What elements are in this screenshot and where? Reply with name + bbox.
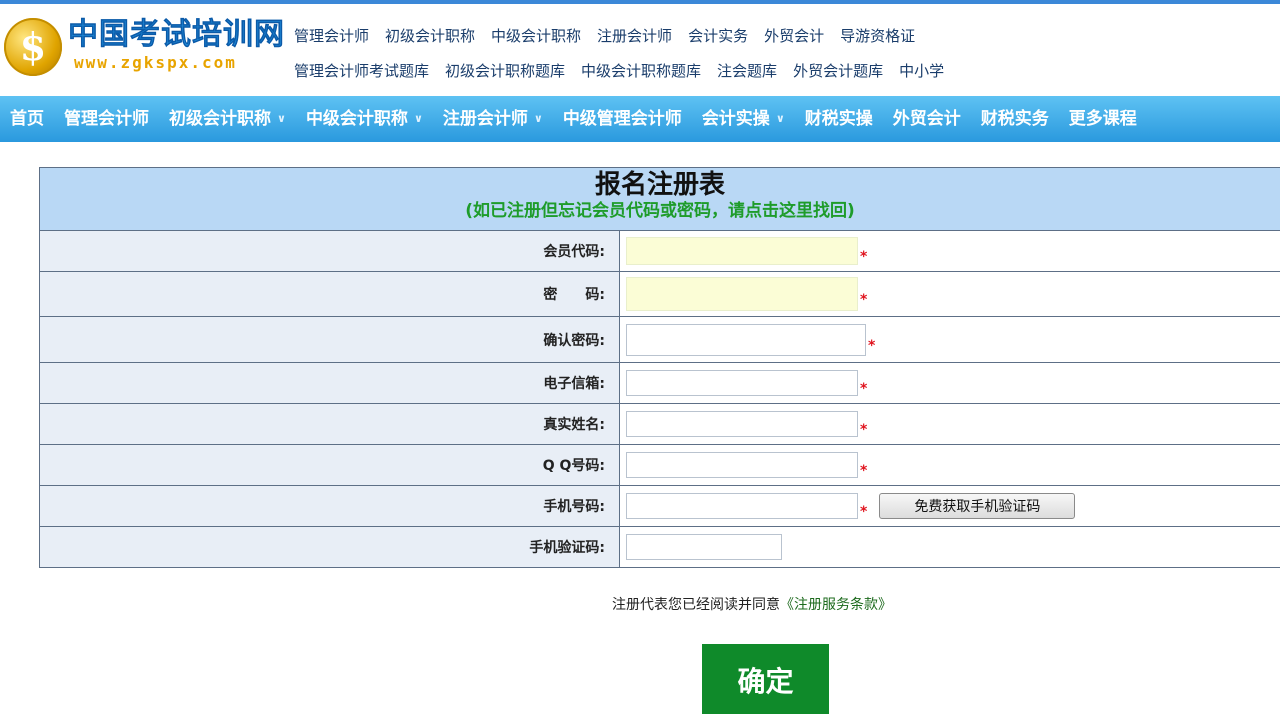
member-code-label: 会员代码:	[40, 231, 620, 271]
nav-item[interactable]: 中级会计职称 ∨	[296, 96, 433, 142]
get-sms-code-button[interactable]: 免费获取手机验证码	[879, 493, 1076, 519]
top-link[interactable]: 管理会计师	[294, 27, 369, 45]
top-link[interactable]: 导游资格证	[840, 27, 915, 45]
row-password: 密 码: *	[40, 272, 1280, 317]
confirm-password-label: 确认密码:	[40, 317, 620, 362]
phone-label: 手机号码:	[40, 486, 620, 526]
nav-item[interactable]: 外贸会计	[883, 96, 971, 142]
site-header: $ 中国考试培训网 www.zgkspx.com 管理会计师 初级会计职称 中级会计…	[0, 4, 1280, 96]
top-link[interactable]: 注册会计师	[597, 27, 672, 45]
required-mark: *	[860, 504, 868, 520]
row-real-name: 真实姓名: *	[40, 404, 1280, 445]
top-links-row-2: 管理会计师考试题库 初级会计职称题库 中级会计职称题库 注会题库 外贸会计题库 中小学	[294, 53, 944, 88]
top-link[interactable]: 管理会计师考试题库	[294, 62, 429, 80]
required-mark: *	[860, 292, 868, 308]
terms-prefix: 注册代表您已经阅读并同意	[612, 597, 780, 613]
email-label: 电子信箱:	[40, 363, 620, 403]
logo-url: www.zgkspx.com	[74, 53, 237, 72]
nav-item[interactable]: 管理会计师	[54, 96, 159, 142]
form-header: 报名注册表 (如已注册但忘记会员代码或密码，请点击这里找回)	[40, 168, 1280, 231]
top-link[interactable]: 外贸会计	[764, 27, 824, 45]
nav-item-label: 更多课程	[1068, 109, 1137, 129]
nav-item[interactable]: 首页	[0, 96, 54, 142]
row-phone: 手机号码: * 免费获取手机验证码	[40, 486, 1280, 527]
nav-item-label: 注册会计师	[442, 109, 528, 129]
sms-code-label: 手机验证码:	[40, 527, 620, 567]
row-member-code: 会员代码: *	[40, 231, 1280, 272]
phone-input[interactable]	[626, 493, 858, 519]
nav-item-label: 首页	[10, 109, 44, 129]
top-link[interactable]: 中小学	[899, 62, 944, 80]
nav-item[interactable]: 更多课程	[1059, 96, 1147, 142]
required-mark: *	[860, 422, 868, 438]
site-logo[interactable]: $ 中国考试培训网 www.zgkspx.com	[4, 14, 284, 84]
member-code-input[interactable]	[626, 237, 858, 265]
chevron-down-icon: ∨	[533, 112, 543, 125]
password-label: 密 码:	[40, 272, 620, 316]
chevron-down-icon: ∨	[277, 112, 286, 125]
nav-item-label: 管理会计师	[64, 109, 149, 129]
email-input[interactable]	[626, 370, 858, 396]
bottom-strip	[0, 714, 1280, 720]
terms-agreement: 注册代表您已经阅读并同意《注册服务条款》	[612, 594, 892, 614]
nav-item[interactable]: 会计实操 ∨	[692, 96, 795, 142]
form-title: 报名注册表	[594, 170, 725, 200]
nav-item-label: 初级会计职称	[169, 109, 271, 129]
real-name-label: 真实姓名:	[40, 404, 620, 444]
nav-item[interactable]: 中级管理会计师	[553, 96, 692, 142]
row-confirm-password: 确认密码: *	[40, 317, 1280, 363]
confirm-password-input[interactable]	[626, 323, 866, 356]
nav-item[interactable]: 初级会计职称 ∨	[159, 96, 296, 142]
required-mark: *	[860, 463, 868, 479]
required-mark: *	[868, 337, 876, 354]
top-link[interactable]: 初级会计职称题库	[445, 62, 565, 80]
nav-item-label: 财税实操	[804, 109, 873, 129]
recover-account-link[interactable]: (如已注册但忘记会员代码或密码，请点击这里找回)	[40, 200, 1280, 222]
real-name-input[interactable]	[626, 411, 858, 437]
nav-item[interactable]: 财税实操	[795, 96, 883, 142]
top-link[interactable]: 初级会计职称	[385, 27, 475, 45]
row-qq: Q Q号码: *	[40, 445, 1280, 486]
confirm-button[interactable]: 确定	[702, 644, 829, 716]
sms-code-input[interactable]	[626, 534, 782, 560]
nav-item-label: 中级管理会计师	[562, 109, 682, 129]
required-mark: *	[860, 381, 868, 397]
coin-logo-icon: $	[4, 18, 62, 76]
top-link[interactable]: 中级会计职称	[491, 27, 581, 45]
top-link[interactable]: 注会题库	[717, 62, 777, 80]
top-links-row-1: 管理会计师 初级会计职称 中级会计职称 注册会计师 会计实务 外贸会计 导游资格证	[294, 18, 944, 53]
logo-title: 中国考试培训网	[68, 17, 285, 52]
row-email: 电子信箱: *	[40, 363, 1280, 404]
nav-item-label: 外贸会计	[892, 109, 961, 129]
top-links: 管理会计师 初级会计职称 中级会计职称 注册会计师 会计实务 外贸会计 导游资格证 管理会计…	[294, 18, 944, 88]
password-input[interactable]	[626, 277, 858, 311]
row-sms-code: 手机验证码:	[40, 527, 1280, 567]
main-nav: 首页 管理会计师 初级会计职称 ∨ 中级会计职称 ∨ 注册会计师 ∨ 中级管理会计师 会计实操 ∨ 财…	[0, 96, 1280, 142]
chevron-down-icon: ∨	[413, 112, 423, 125]
top-link[interactable]: 会计实务	[688, 27, 748, 45]
qq-input[interactable]	[626, 452, 858, 478]
top-link[interactable]: 外贸会计题库	[793, 62, 883, 80]
nav-item-label: 财税实务	[980, 109, 1049, 129]
nav-item-label: 会计实操	[701, 109, 770, 129]
terms-link[interactable]: 《注册服务条款》	[780, 597, 892, 613]
nav-item[interactable]: 财税实务	[971, 96, 1059, 142]
top-link[interactable]: 中级会计职称题库	[581, 62, 701, 80]
required-mark: *	[860, 249, 868, 265]
chevron-down-icon: ∨	[775, 112, 785, 125]
nav-item[interactable]: 注册会计师 ∨	[433, 96, 553, 142]
qq-label: Q Q号码:	[40, 445, 620, 485]
registration-form: 报名注册表 (如已注册但忘记会员代码或密码，请点击这里找回) 会员代码: * 密…	[39, 167, 1280, 568]
nav-item-label: 中级会计职称	[305, 109, 408, 129]
